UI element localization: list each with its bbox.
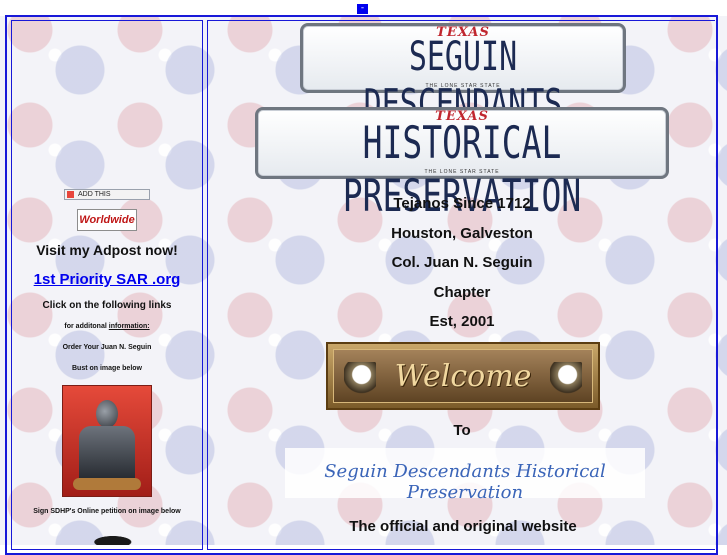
click-links-text: Click on the following links	[42, 300, 172, 311]
visit-adpost-text: Visit my Adpost now!	[36, 242, 178, 258]
order-bust-text: Order Your Juan N. Seguin	[62, 344, 152, 351]
petition-caption: Sign SDHP's Online petition on image bel…	[33, 508, 181, 515]
seguin-descendants-plate: TEXAS SEGUIN DESCENDANTS THE LONE STAR S…	[300, 23, 626, 128]
historical-preservation-plate: TEXAS HISTORICAL PRESERVATION THE LONE S…	[255, 107, 669, 222]
site-name-text: Seguin Descendants Historical Preservati…	[324, 461, 606, 503]
additional-info-text: for additonal information:	[12, 323, 202, 330]
top-bar: -	[0, 0, 727, 16]
bust-image-caption: Bust on image below	[71, 365, 142, 372]
plate-tagline: THE LONE STAR STATE	[424, 169, 500, 175]
to-text: To	[453, 422, 471, 439]
sar-link[interactable]: 1st Priority SAR .org	[12, 271, 202, 288]
bust-body	[79, 426, 135, 482]
tagline-namesake: Col. Juan N. Seguin	[391, 254, 533, 271]
tagline-chapter: Chapter	[433, 284, 491, 301]
welcome-banner: Welcome	[326, 342, 600, 410]
eagle-icon	[550, 362, 582, 398]
bust-base	[73, 478, 141, 490]
addthis-button[interactable]: ADD THIS	[64, 189, 150, 200]
plus-icon	[67, 191, 74, 198]
tagline-established: Est, 2001	[429, 313, 495, 330]
bust-head	[96, 400, 118, 428]
additional-prefix: for additonal	[64, 323, 109, 330]
tagline-location: Houston, Galveston	[391, 225, 533, 242]
plate-tagline: THE LONE STAR STATE	[425, 83, 501, 89]
worldwide-badge[interactable]: Worldwide	[77, 209, 137, 231]
tagline-tejanos: Tejanos Since 1712	[393, 195, 531, 212]
information-link[interactable]: information:	[109, 323, 150, 330]
collapse-button[interactable]: -	[357, 4, 368, 14]
seguin-bust-image[interactable]	[62, 385, 152, 497]
official-website-text: The official and original website	[349, 518, 577, 535]
addthis-label: ADD THIS	[78, 191, 111, 198]
site-name-banner: Seguin Descendants Historical Preservati…	[285, 448, 645, 503]
welcome-inner: Welcome	[333, 349, 593, 403]
petition-image[interactable]	[88, 530, 150, 545]
